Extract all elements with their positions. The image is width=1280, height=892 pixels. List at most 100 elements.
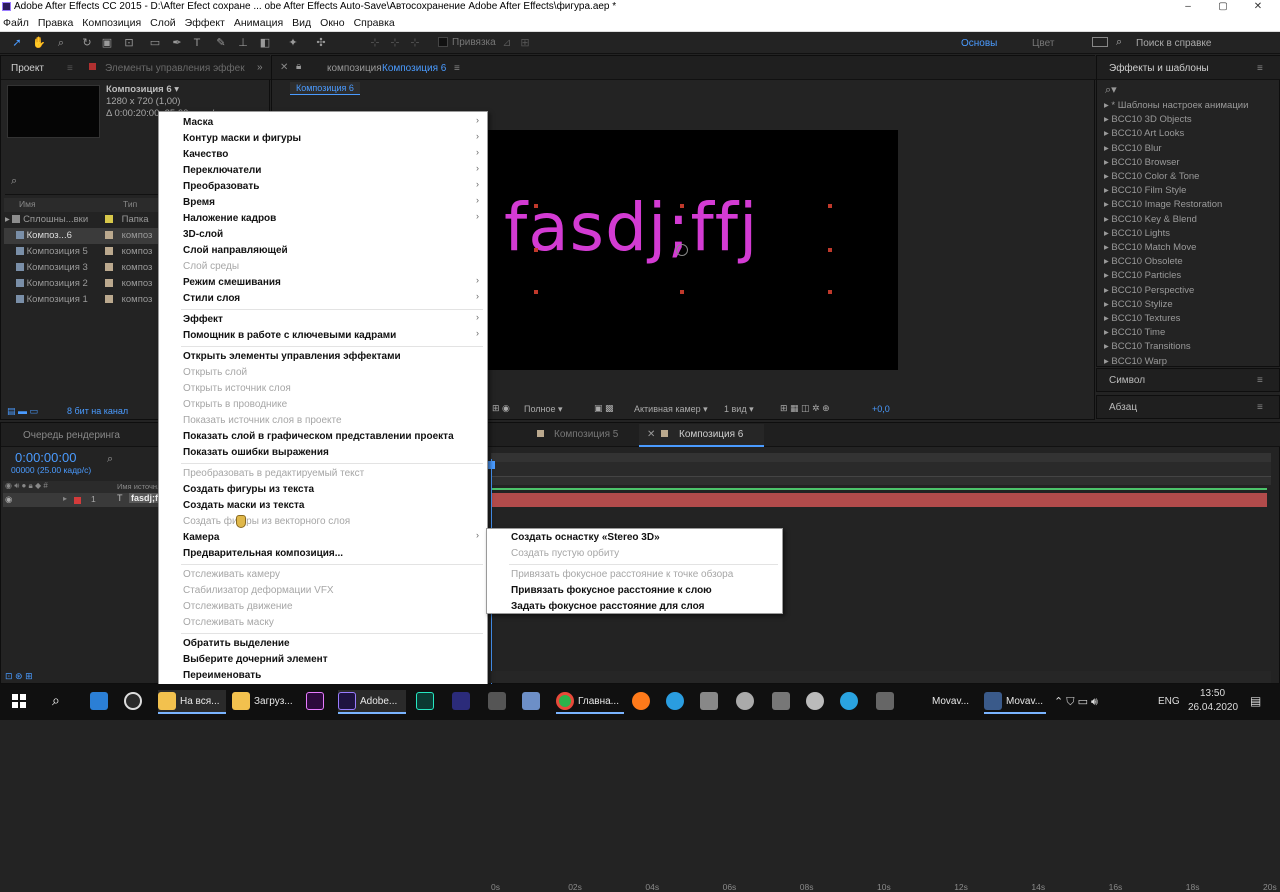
- time-ruler[interactable]: [491, 462, 1271, 477]
- type-tool-icon[interactable]: T: [190, 36, 204, 50]
- timeline-search-icon[interactable]: ⌕: [107, 453, 113, 466]
- menu-item[interactable]: Показать слой в графическом представлени…: [183, 429, 454, 445]
- playhead-handle[interactable]: [488, 461, 495, 469]
- clock-date[interactable]: 26.04.2020: [1188, 702, 1238, 713]
- premiere-icon[interactable]: [306, 690, 328, 714]
- axis-view-icon[interactable]: ⊹: [408, 36, 422, 50]
- text-layer-content[interactable]: fasdj;ffj: [504, 188, 758, 268]
- audition-icon[interactable]: [416, 690, 438, 714]
- snap-edge-icon[interactable]: ⊿: [500, 36, 514, 50]
- app-icon[interactable]: [522, 690, 544, 714]
- notifications-icon[interactable]: ▤: [1250, 694, 1261, 708]
- tab-effect-controls[interactable]: Элементы управления эффек: [105, 63, 245, 74]
- paragraph-panel-header[interactable]: Абзац ≡: [1096, 395, 1280, 419]
- pen-tool-icon[interactable]: ✒: [170, 36, 184, 50]
- effects-search-icon[interactable]: ⌕▾: [1105, 83, 1117, 97]
- menu-item[interactable]: 3D-слой: [183, 227, 223, 243]
- hand-tool-icon[interactable]: ✋: [32, 36, 46, 50]
- effects-category-item[interactable]: ▸ BCC10 Browser: [1104, 156, 1180, 170]
- menu-item[interactable]: Задать фокусное расстояние для слоя: [511, 599, 704, 615]
- camera-app-icon[interactable]: [772, 690, 794, 714]
- obs-icon[interactable]: [124, 690, 146, 714]
- layer-duration-bar[interactable]: [491, 493, 1267, 507]
- project-footer-icons[interactable]: ▤ ▬ ▭: [7, 406, 38, 417]
- menu-item[interactable]: Открыть элементы управления эффектами: [183, 349, 401, 365]
- firefox-icon[interactable]: [632, 690, 654, 714]
- menu-edit[interactable]: Правка: [38, 17, 73, 29]
- effects-category-item[interactable]: ▸ BCC10 Lights: [1104, 227, 1170, 241]
- timeline-footer-icons[interactable]: ⊡ ⊛ ⊞: [5, 671, 33, 682]
- effects-category-item[interactable]: ▸ BCC10 Art Looks: [1104, 127, 1184, 141]
- column-source-name[interactable]: Имя источн...: [117, 482, 163, 491]
- mail-icon[interactable]: [90, 690, 112, 714]
- menu-item[interactable]: Переименовать: [183, 668, 261, 684]
- menu-item[interactable]: Контур маски и фигуры: [183, 131, 301, 147]
- effects-category-item[interactable]: ▸ * Шаблоны настроек анимации: [1104, 99, 1248, 113]
- menu-item[interactable]: Помощник в работе с ключевыми кадрами: [183, 328, 396, 344]
- layer-expand-icon[interactable]: ▸: [63, 494, 67, 503]
- taskbar-movavi-window[interactable]: Movav...: [932, 690, 969, 714]
- rectangle-tool-icon[interactable]: ▭: [148, 36, 162, 50]
- menu-item[interactable]: Показать ошибки выражения: [183, 445, 329, 461]
- lock-icon[interactable]: 🔒︎: [296, 61, 301, 72]
- app-icon[interactable]: [700, 690, 722, 714]
- selection-tool-icon[interactable]: ➚: [10, 36, 24, 50]
- effects-category-item[interactable]: ▸ BCC10 Match Move: [1104, 241, 1196, 255]
- project-item[interactable]: Композиция 1: [16, 292, 88, 308]
- column-name[interactable]: Имя: [19, 199, 36, 209]
- menu-animation[interactable]: Анимация: [234, 17, 283, 29]
- clone-stamp-tool-icon[interactable]: ⊥: [236, 36, 250, 50]
- pan-behind-tool-icon[interactable]: ⊡: [122, 36, 136, 50]
- bit-depth-button[interactable]: 8 бит на канал: [67, 406, 128, 416]
- layer-visibility-icon[interactable]: ◉: [5, 494, 12, 505]
- menu-item[interactable]: Предварительная композиция...: [183, 546, 343, 562]
- menu-item[interactable]: Переключатели: [183, 163, 261, 179]
- panel-overflow-icon[interactable]: »: [257, 62, 263, 73]
- effects-category-item[interactable]: ▸ BCC10 Perspective: [1104, 284, 1194, 298]
- menu-file[interactable]: Файл: [3, 17, 29, 29]
- menu-item[interactable]: Маска: [183, 115, 213, 131]
- project-item[interactable]: Композиция 5: [16, 244, 88, 260]
- minimize-button[interactable]: –: [1178, 0, 1198, 13]
- menu-view[interactable]: Вид: [292, 17, 311, 29]
- effects-category-item[interactable]: ▸ BCC10 Stylize: [1104, 298, 1173, 312]
- project-item[interactable]: Композиция 3: [16, 260, 88, 276]
- menu-item[interactable]: Создать оснастку «Stereo 3D»: [511, 530, 660, 546]
- help-search-input[interactable]: Поиск в справке: [1136, 38, 1211, 49]
- app-icon[interactable]: [488, 690, 510, 714]
- menu-effect[interactable]: Эффект: [185, 17, 225, 29]
- windows-start-icon[interactable]: [12, 694, 26, 708]
- snap-checkbox[interactable]: [438, 37, 448, 47]
- rotate-tool-icon[interactable]: ↻: [80, 36, 94, 50]
- current-timecode[interactable]: 0:00:00:00: [15, 450, 76, 465]
- taskbar-after-effects-window[interactable]: Adobe...: [338, 690, 406, 714]
- puppet-pin-tool-icon[interactable]: ✣: [314, 36, 328, 50]
- viewer-tool-icons[interactable]: ⊞ ▦ ◫ ✲ ⊕: [780, 403, 830, 414]
- edge-icon[interactable]: [666, 690, 688, 714]
- viewer-option-icons[interactable]: ⊞ ◉: [492, 403, 510, 414]
- app-icon[interactable]: [806, 690, 828, 714]
- exposure-value[interactable]: +0,0: [872, 404, 890, 414]
- tab-composition-5[interactable]: Композиция 5: [554, 429, 618, 440]
- taskbar-chrome-window[interactable]: Главна...: [556, 690, 624, 714]
- taskbar-movavi-window-2[interactable]: Movav...: [984, 690, 1046, 714]
- menu-item[interactable]: Качество: [183, 147, 228, 163]
- eraser-tool-icon[interactable]: ◧: [258, 36, 272, 50]
- tab-render-queue[interactable]: Очередь рендеринга: [23, 430, 120, 441]
- close-tab-icon[interactable]: ✕: [280, 62, 288, 73]
- input-language[interactable]: ENG: [1158, 696, 1180, 707]
- effects-menu-icon[interactable]: ≡: [1257, 63, 1263, 74]
- effects-category-item[interactable]: ▸ BCC10 Blur: [1104, 142, 1162, 156]
- axis-world-icon[interactable]: ⊹: [388, 36, 402, 50]
- character-panel-header[interactable]: Символ ≡: [1096, 368, 1280, 392]
- layer-label-swatch[interactable]: [74, 497, 81, 504]
- anchor-point-icon[interactable]: [676, 244, 688, 256]
- menu-item[interactable]: Режим смешивания: [183, 275, 281, 291]
- menu-item[interactable]: Привязать фокусное расстояние к слою: [511, 583, 712, 599]
- effects-category-item[interactable]: ▸ BCC10 Image Restoration: [1104, 198, 1222, 212]
- effects-category-item[interactable]: ▸ BCC10 3D Objects: [1104, 113, 1192, 127]
- menu-item[interactable]: Обратить выделение: [183, 636, 290, 652]
- clock-time[interactable]: 13:50: [1200, 688, 1225, 699]
- camera-dropdown[interactable]: Активная камер ▾: [634, 404, 708, 415]
- composition-canvas[interactable]: fasdj;ffj: [448, 130, 898, 370]
